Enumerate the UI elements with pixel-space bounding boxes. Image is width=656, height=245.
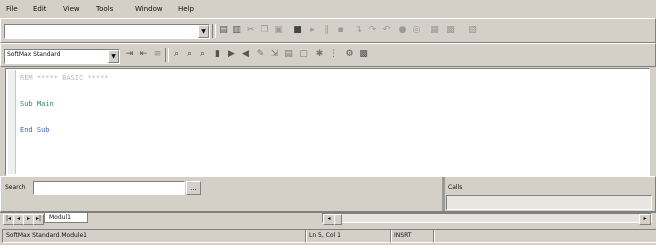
language-icon[interactable]: ✱	[314, 49, 325, 60]
code-line-rem: REM ***** BASIC *****	[20, 74, 109, 82]
find-next-icon[interactable]: ⌕	[184, 49, 195, 60]
line-number-gutter	[8, 70, 16, 174]
breakpoint-icon[interactable]: ●	[397, 25, 408, 36]
status-empty	[433, 229, 656, 243]
menu-help[interactable]: Help	[178, 5, 194, 13]
print-icon[interactable]: ■	[292, 25, 303, 36]
prev-bookmark-icon[interactable]: ◀	[240, 49, 251, 60]
code-editor[interactable]	[5, 68, 650, 176]
scroll-thumb[interactable]	[334, 214, 342, 225]
chevron-down-icon[interactable]: ▼	[108, 50, 119, 63]
toolbar-separator	[212, 24, 216, 38]
pane-splitter[interactable]	[442, 177, 445, 211]
macro-toolbar: SoftMax Standard ▼ ⇥ ⇤ ≡ ⌕ ⌕ ⌕ ▮ ▶ ◀ ✎ ⇲…	[0, 43, 656, 67]
find-icon[interactable]: ⌕	[171, 49, 182, 60]
help-icon[interactable]: ▩	[358, 49, 369, 60]
settings-icon[interactable]: ⚙	[344, 49, 355, 60]
outdent-icon[interactable]: ⇤	[138, 49, 149, 60]
next-bookmark-icon[interactable]: ▶	[226, 49, 237, 60]
indent-icon[interactable]: ⇥	[124, 49, 135, 60]
horizontal-scrollbar[interactable]: ◂ ▸	[322, 213, 652, 225]
save-icon[interactable]: ▥	[231, 25, 242, 36]
menu-window[interactable]: Window	[135, 5, 163, 13]
modules-icon[interactable]: ▧	[467, 25, 478, 36]
status-mode: INSRT	[390, 229, 435, 243]
find-prev-icon[interactable]: ⌕	[197, 49, 208, 60]
cut-icon[interactable]: ✂	[245, 25, 256, 36]
step-icon[interactable]: ↴	[353, 25, 364, 36]
module-combo-value: SoftMax Standard	[7, 51, 61, 58]
status-position: Ln 5, Col 1	[305, 229, 392, 243]
tab-modul1[interactable]: Modul1	[44, 213, 88, 223]
copy-icon[interactable]: ❐	[259, 25, 270, 36]
menu-bar: File Edit View Tools Window Help	[0, 0, 656, 18]
step-over-icon[interactable]: ↷	[367, 25, 378, 36]
object-catalog-icon[interactable]: ▦	[429, 25, 440, 36]
paste-icon[interactable]: ▣	[273, 25, 284, 36]
code-line-end-sub: End Sub	[20, 126, 50, 134]
library-combo[interactable]: ▼	[4, 24, 210, 39]
calls-list[interactable]	[446, 195, 652, 210]
calls-label: Calls	[448, 184, 463, 191]
search-button[interactable]: ...	[186, 181, 201, 195]
last-tab-icon[interactable]: ▸|	[33, 214, 44, 225]
toolbar-separator	[165, 48, 169, 62]
goto-icon[interactable]: ⇲	[269, 49, 280, 60]
search-input[interactable]	[33, 181, 185, 195]
standard-toolbar: ▼ ▤ ▥ ✂ ❐ ▣ ■ ▸ ∥ ▪ ↴ ↷ ↶ ● ◎ ▦ ▩ ▧	[0, 18, 656, 43]
stop-icon[interactable]: ▪	[335, 25, 346, 36]
search-label: Search	[5, 184, 26, 191]
pause-icon[interactable]: ∥	[321, 25, 332, 36]
bookmark-icon[interactable]: ▮	[212, 49, 223, 60]
menu-edit[interactable]: Edit	[33, 5, 47, 13]
open-icon[interactable]: ▤	[218, 25, 229, 36]
step-out-icon[interactable]: ↶	[381, 25, 392, 36]
watch-icon[interactable]: ◎	[411, 25, 422, 36]
replace-icon[interactable]: ✎	[255, 49, 266, 60]
chevron-down-icon[interactable]: ▼	[198, 25, 209, 38]
status-bar: SoftMax Standard.Module1 Ln 5, Col 1 INS…	[0, 227, 656, 245]
menu-file[interactable]: File	[6, 5, 18, 13]
code-line-sub-main: Sub Main	[20, 100, 54, 108]
status-module: SoftMax Standard.Module1	[2, 229, 307, 243]
comment-icon[interactable]: ≡	[152, 49, 163, 60]
menu-tools[interactable]: Tools	[96, 5, 113, 13]
menu-view[interactable]: View	[63, 5, 80, 13]
script-icon[interactable]: ⋮	[328, 49, 339, 60]
scroll-right-icon[interactable]: ▸	[639, 214, 651, 225]
macros-icon[interactable]: ▩	[445, 25, 456, 36]
dialog-icon[interactable]: ▢	[298, 49, 309, 60]
macro-icon[interactable]: ▤	[283, 49, 294, 60]
run-icon[interactable]: ▸	[307, 25, 318, 36]
module-combo[interactable]: SoftMax Standard ▼	[4, 49, 120, 64]
